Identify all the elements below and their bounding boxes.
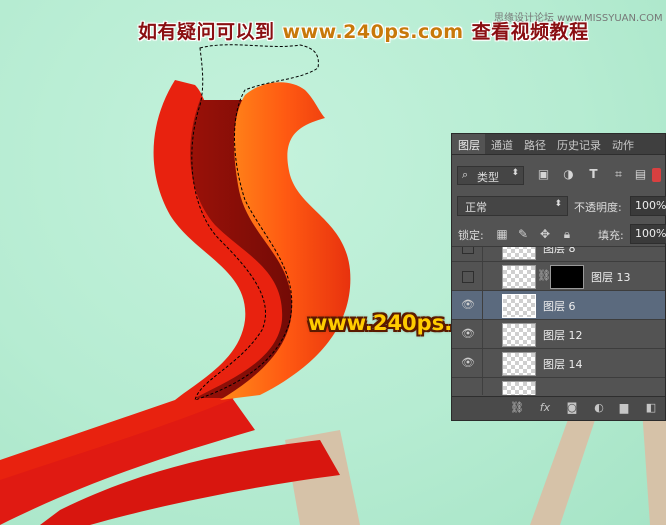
- fill-field[interactable]: 100%: [630, 224, 666, 244]
- fx-icon[interactable]: fx: [538, 401, 552, 415]
- search-icon: ⌕: [462, 168, 469, 181]
- layer-thumbnail: [502, 247, 536, 260]
- lock-transparent-icon[interactable]: ▦: [495, 227, 509, 241]
- layer-thumbnail: [502, 265, 536, 289]
- layer-thumbnail: [502, 352, 536, 376]
- eye-icon: 👁︎: [461, 298, 475, 311]
- layer-name[interactable]: 图层 13: [591, 269, 631, 285]
- lock-all-icon[interactable]: 🔒︎: [560, 227, 574, 241]
- visibility-toggle[interactable]: 👁︎: [452, 349, 483, 377]
- canvas-stage: 如有疑问可以到 www.240ps.com 查看视频教程 思缘设计论坛 www.MI…: [0, 0, 666, 525]
- layer-row-14[interactable]: 👁︎ 图层 14: [452, 349, 665, 378]
- layer-name[interactable]: 图层 6: [543, 298, 576, 314]
- fill-label: 填充:: [598, 229, 624, 242]
- blend-mode-value: 正常: [465, 201, 487, 214]
- lock-move-icon[interactable]: ✥: [538, 227, 552, 241]
- layer-kind-filter[interactable]: ⌕ 类型 ⬍: [457, 166, 524, 185]
- type-filter-icon[interactable]: T: [587, 168, 600, 181]
- source-watermark: 思缘设计论坛 www.MISSYUAN.COM: [494, 13, 663, 24]
- chevron-updown-icon: ⬍: [511, 168, 519, 178]
- visibility-toggle[interactable]: [452, 262, 483, 290]
- visibility-toggle[interactable]: [452, 247, 483, 261]
- tab-paths[interactable]: 路径: [518, 134, 551, 154]
- layer-row-6[interactable]: 👁︎ 图层 6: [452, 291, 665, 320]
- layer-row-8[interactable]: 图层 8: [452, 247, 665, 262]
- adjustment-layer-icon[interactable]: ◐: [592, 401, 606, 415]
- opacity-field[interactable]: 100%: [630, 196, 666, 216]
- layer-name[interactable]: 图层 8: [543, 247, 576, 256]
- visibility-toggle[interactable]: 👁︎: [452, 291, 483, 319]
- layer-row-13[interactable]: ⛓ 图层 13: [452, 262, 665, 291]
- add-mask-icon[interactable]: ◙: [565, 401, 579, 415]
- tab-channels[interactable]: 通道: [485, 134, 518, 154]
- lock-brush-icon[interactable]: ✎: [516, 227, 530, 241]
- adjustment-filter-icon[interactable]: ◑: [562, 168, 575, 181]
- tab-history[interactable]: 历史记录: [551, 134, 606, 154]
- shape-filter-icon[interactable]: ⌗: [612, 168, 625, 181]
- layers-panel: 图层 通道 路径 历史记录 动作 ⌕ 类型 ⬍ ▣ ◑ T ⌗ ▤ 正常 ⬍ 不…: [451, 133, 666, 421]
- panel-bottom-bar: ⛓ fx ◙ ◐ ▆ ◧: [452, 396, 665, 420]
- layer-name[interactable]: 图层 12: [543, 327, 583, 343]
- link-layers-icon[interactable]: ⛓: [510, 401, 524, 415]
- eye-icon: 👁︎: [461, 327, 475, 340]
- new-group-icon[interactable]: ▆: [617, 401, 631, 415]
- banner-url: www.240ps.com: [282, 21, 464, 43]
- kind-label: 类型: [477, 171, 499, 184]
- link-chain-icon[interactable]: ⛓: [537, 269, 551, 282]
- chevron-updown-icon: ⬍: [554, 199, 562, 209]
- tab-layers[interactable]: 图层: [452, 134, 485, 154]
- layer-row-12[interactable]: 👁︎ 图层 12: [452, 320, 665, 349]
- opacity-label: 不透明度:: [574, 201, 622, 214]
- layer-thumbnail: [502, 381, 536, 395]
- layer-list: 图层 8 ⛓ 图层 13 👁︎ 图层 6 👁︎ 图层 12 👁︎ 图层 14: [452, 246, 665, 395]
- pixel-filter-icon[interactable]: ▣: [537, 168, 550, 181]
- visibility-toggle[interactable]: 👁︎: [452, 320, 483, 348]
- eye-icon: 👁︎: [461, 356, 475, 369]
- banner-text-right: 查看视频教程: [471, 21, 589, 43]
- layer-row-partial[interactable]: [452, 378, 665, 395]
- banner-text-left: 如有疑问可以到: [138, 21, 275, 43]
- lock-label: 锁定:: [458, 229, 484, 242]
- hidden-box-icon: [462, 271, 474, 283]
- layer-name[interactable]: 图层 14: [543, 356, 583, 372]
- hidden-box-icon: [462, 247, 474, 254]
- filter-toggle[interactable]: [652, 168, 661, 182]
- new-layer-icon[interactable]: ◧: [644, 401, 658, 415]
- panel-tabs: 图层 通道 路径 历史记录 动作: [452, 134, 665, 155]
- layer-thumbnail: [502, 294, 536, 318]
- tab-actions[interactable]: 动作: [606, 134, 639, 154]
- layer-thumbnail: [502, 323, 536, 347]
- visibility-toggle[interactable]: [452, 378, 483, 395]
- layer-mask-thumbnail[interactable]: [550, 265, 584, 289]
- smart-object-filter-icon[interactable]: ▤: [634, 168, 647, 181]
- blend-mode-select[interactable]: 正常 ⬍: [457, 196, 568, 216]
